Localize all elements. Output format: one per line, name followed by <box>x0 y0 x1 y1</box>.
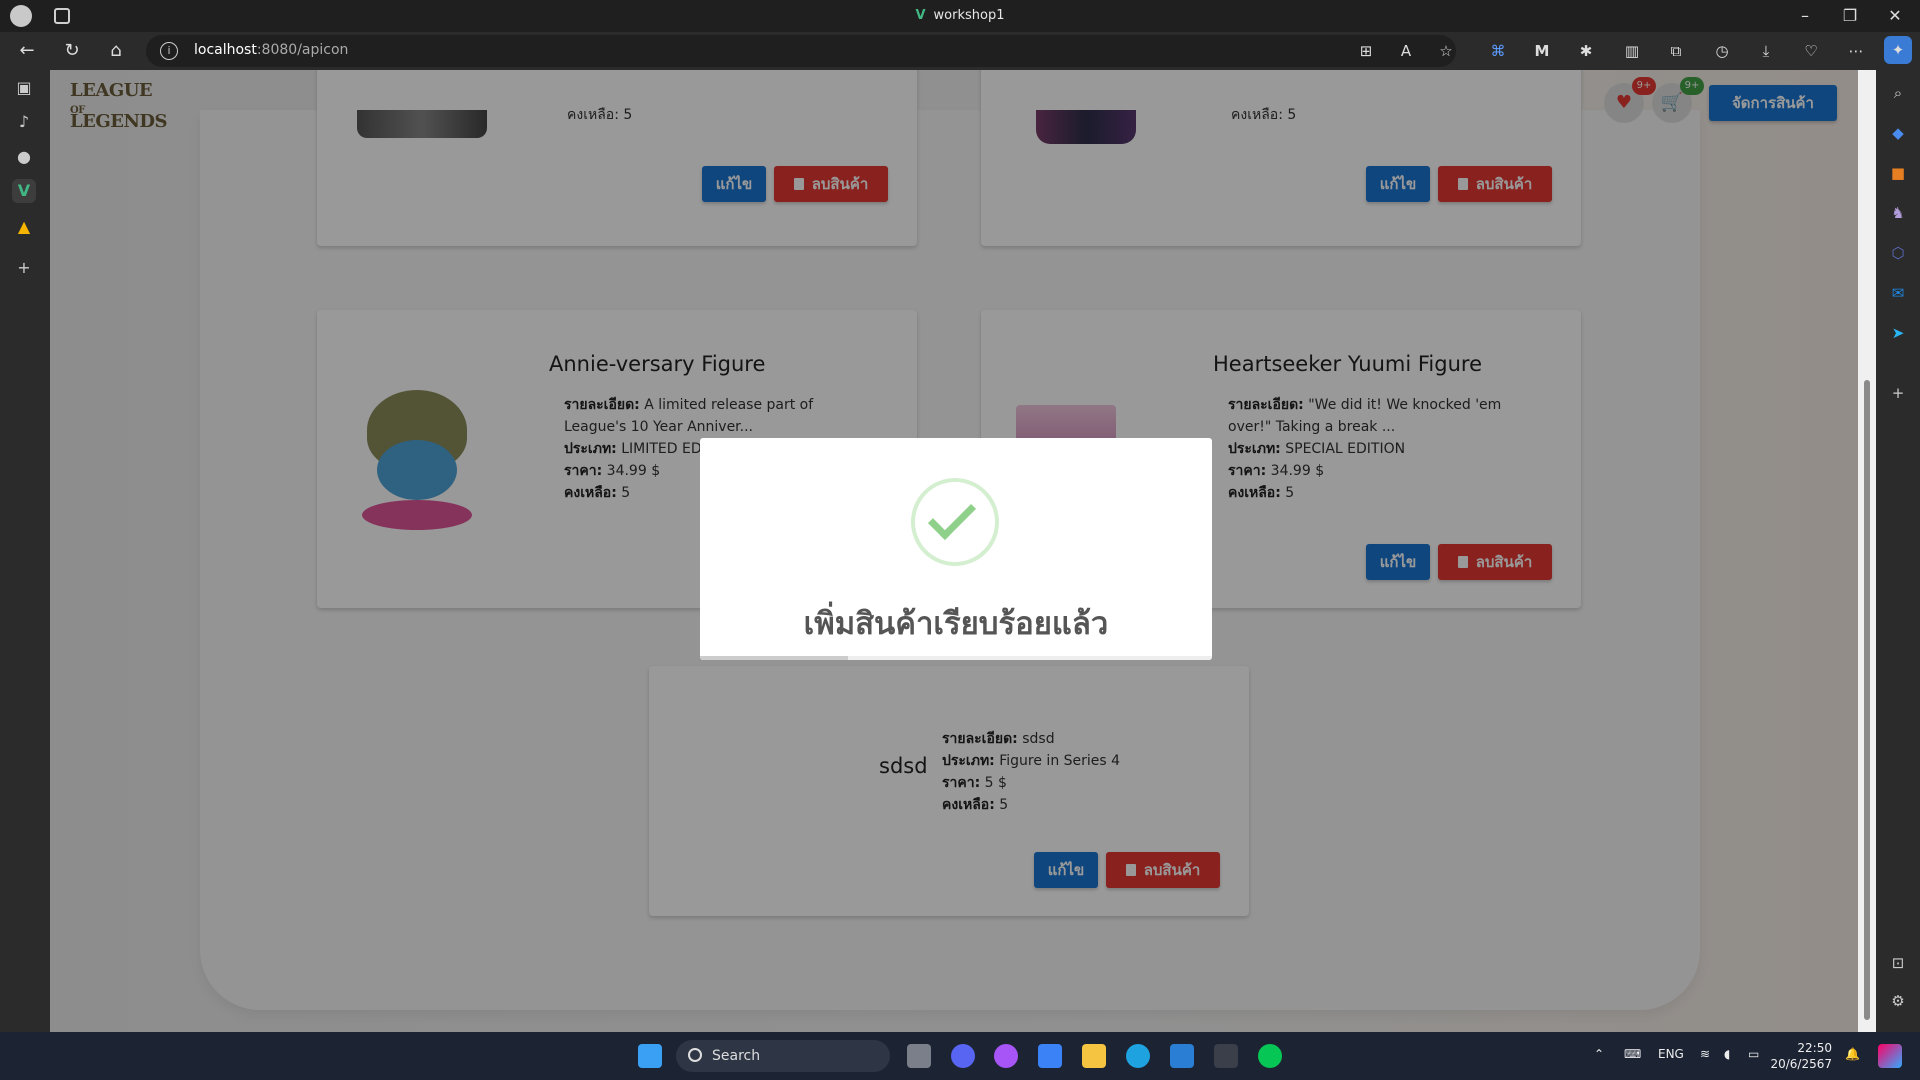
refresh-icon[interactable]: ↻ <box>61 40 83 62</box>
copilot-icon[interactable]: ✦ <box>1884 36 1912 64</box>
auto-close-timer-bar <box>700 656 1212 660</box>
scrollbar-thumb[interactable] <box>1864 380 1870 1020</box>
success-check-icon <box>911 478 999 566</box>
tools-icon[interactable]: ■ <box>1887 162 1909 184</box>
shopping-tag-icon[interactable]: ◆ <box>1887 122 1909 144</box>
clock-date: 20/6/2567 <box>1770 1057 1832 1071</box>
tab-actions-icon[interactable]: ▣ <box>12 76 36 100</box>
restore-icon[interactable]: ❐ <box>1835 6 1865 25</box>
url-text[interactable]: localhost:8080/apicon <box>194 42 348 58</box>
site-info-icon[interactable]: i <box>160 42 178 60</box>
collections-icon[interactable]: ⧉ <box>1666 41 1686 61</box>
read-aloud-icon[interactable]: A <box>1396 41 1416 61</box>
vscode-icon[interactable] <box>1170 1044 1194 1068</box>
search-icon <box>688 1048 702 1062</box>
taskbar-search[interactable]: Search <box>676 1040 890 1072</box>
google-drive-icon[interactable]: ▲ <box>12 215 36 239</box>
games-icon[interactable]: ♞ <box>1887 202 1909 224</box>
clock-time: 22:50 <box>1797 1041 1832 1055</box>
sidebar-search-icon[interactable]: ⌕ <box>1887 82 1909 104</box>
more-options-icon[interactable]: ⋯ <box>1846 41 1866 61</box>
url-path: :8080/apicon <box>256 42 349 58</box>
app-available-icon[interactable]: ⊞ <box>1356 41 1376 61</box>
add-tab-icon[interactable]: + <box>12 256 36 280</box>
extension-m-icon[interactable]: M <box>1532 41 1552 61</box>
history-icon[interactable]: ◷ <box>1712 41 1732 61</box>
search-label: Search <box>712 1048 761 1064</box>
speaker-icon[interactable]: ♪ <box>12 110 36 134</box>
extensions-icon[interactable]: ✱ <box>1576 41 1596 61</box>
keyboard-icon[interactable]: ⌨ <box>1624 1047 1641 1061</box>
url-host: localhost <box>194 42 257 58</box>
success-message: เพิ่มสินค้าเรียบร้อยแล้ว <box>803 606 1109 642</box>
language-indicator[interactable]: ENG <box>1658 1047 1684 1061</box>
telegram-icon[interactable]: ➤ <box>1887 322 1909 344</box>
discord-icon[interactable] <box>951 1044 975 1068</box>
start-icon[interactable] <box>638 1044 662 1068</box>
wifi-icon[interactable]: ≋ <box>1700 1047 1710 1061</box>
store-icon[interactable] <box>1038 1044 1062 1068</box>
minimize-icon[interactable]: – <box>1790 6 1820 25</box>
copilot-taskbar-icon[interactable] <box>1878 1044 1902 1068</box>
success-dialog: เพิ่มสินค้าเรียบร้อยแล้ว <box>700 438 1212 660</box>
battery-icon[interactable]: ▭ <box>1748 1047 1759 1061</box>
hide-sidebar-icon[interactable]: ⊡ <box>1887 952 1909 974</box>
file-explorer-icon[interactable] <box>1082 1044 1106 1068</box>
outlook-icon[interactable]: ✉ <box>1887 282 1909 304</box>
sidebar-settings-icon[interactable]: ⚙ <box>1887 990 1909 1012</box>
window-title: Vworkshop1 <box>0 8 1920 23</box>
page-scrollbar[interactable] <box>1858 70 1876 1032</box>
favorite-star-icon[interactable]: ☆ <box>1436 41 1456 61</box>
github-icon[interactable]: ● <box>12 145 36 169</box>
window-title-text: workshop1 <box>933 8 1005 23</box>
browser-left-sidebar: ▣ ♪ ● V ▲ + <box>0 70 50 1032</box>
taskbar-clock[interactable]: 22:50 20/6/2567 <box>1770 1040 1832 1072</box>
downloads-icon[interactable]: ⤓ <box>1756 41 1776 61</box>
m365-icon[interactable]: ⬡ <box>1887 242 1909 264</box>
address-bar[interactable]: i localhost:8080/apicon <box>146 35 1456 67</box>
close-icon[interactable]: ✕ <box>1880 6 1910 25</box>
split-screen-icon[interactable]: ▥ <box>1622 41 1642 61</box>
line-icon[interactable] <box>1258 1044 1282 1068</box>
browser-essentials-icon[interactable]: ♡ <box>1801 41 1821 61</box>
notification-bell-icon[interactable]: 🔔 <box>1845 1047 1860 1061</box>
vue-tab-icon[interactable]: V <box>12 179 36 203</box>
windows-taskbar: Search ⌃ ⌨ ENG ≋ ◖ ▭ 22:50 20/6/2567 🔔 <box>0 1032 1920 1080</box>
home-icon[interactable]: ⌂ <box>105 40 127 62</box>
back-icon[interactable]: ← <box>16 40 38 62</box>
edge-icon[interactable] <box>1126 1044 1150 1068</box>
messenger-icon[interactable] <box>994 1044 1018 1068</box>
task-view-icon[interactable] <box>907 1044 931 1068</box>
browser-toolbar: ← ↻ ⌂ i localhost:8080/apicon ⊞ A ☆ ⌘ M … <box>0 32 1920 70</box>
browser-right-sidebar: ⌕ ◆ ■ ♞ ⬡ ✉ ➤ + ⊡ ⚙ <box>1876 70 1920 1032</box>
terminal-icon[interactable] <box>1214 1044 1238 1068</box>
window-titlebar: Vworkshop1 – ❐ ✕ <box>0 0 1920 32</box>
tray-overflow-icon[interactable]: ⌃ <box>1594 1047 1604 1061</box>
translate-icon[interactable]: ⌘ <box>1488 41 1508 61</box>
vue-logo-icon: V <box>915 8 926 23</box>
add-sidebar-app-icon[interactable]: + <box>1887 382 1909 404</box>
volume-icon[interactable]: ◖ <box>1724 1047 1730 1061</box>
